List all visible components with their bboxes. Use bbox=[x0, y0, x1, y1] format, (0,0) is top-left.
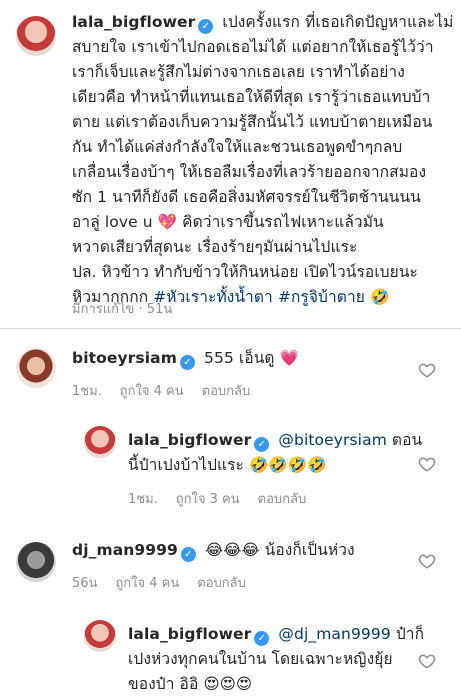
comment-time: 1ชม. bbox=[128, 492, 158, 507]
caption-line: ซัก 1 นาทีก็ยังดี เธอคือสิ่งมหัศจรรย์ในช… bbox=[72, 188, 421, 206]
reply-button[interactable]: ตอบกลับ bbox=[258, 492, 307, 507]
avatar[interactable] bbox=[16, 16, 56, 56]
reply-button[interactable]: ตอบกลับ bbox=[197, 576, 246, 591]
comment: bitoeyrsiam ✓ 555 เอ็นดู 💗 bbox=[72, 346, 299, 371]
heart-icon[interactable] bbox=[418, 552, 436, 570]
heart-icon[interactable] bbox=[418, 652, 436, 670]
heart-icon[interactable] bbox=[418, 455, 436, 473]
username[interactable]: bitoeyrsiam bbox=[72, 349, 177, 367]
username[interactable]: lala_bigflower bbox=[128, 625, 251, 643]
comment-text: ของป๋า อิอิ 😍😍😍 bbox=[128, 675, 253, 693]
comment-text: นี้ป๋าเปงบ้าไปแระ 🤣🤣🤣🤣 bbox=[128, 456, 327, 474]
comment: lala_bigflower ✓ @bitoeyrsiam ตอน นี้ป๋าเ… bbox=[128, 428, 422, 478]
mention-link[interactable]: @bitoeyrsiam bbox=[278, 431, 386, 449]
comment-meta: 1ชม. ถูกใจ 3 คน ตอบกลับ bbox=[128, 488, 324, 509]
username[interactable]: lala_bigflower bbox=[72, 13, 195, 31]
caption-line: ตาย แต่เราต้องเก็บความรู้สึกนั้นไว้ แทบบ… bbox=[72, 113, 433, 131]
username[interactable]: lala_bigflower bbox=[128, 431, 251, 449]
comment-time: 56น bbox=[72, 576, 98, 591]
verified-icon: ✓ bbox=[254, 631, 270, 646]
caption-line: กัน ทำได้แค่ส่งกำลังใจให้และชวนเธอพูดขำๆ… bbox=[72, 138, 403, 156]
comment-text: ตอน bbox=[386, 431, 423, 449]
caption-line: อาลู่ love u 💖 คิดว่าเราขึ้นรถไฟเหาะแล้ว… bbox=[72, 213, 384, 231]
verified-icon: ✓ bbox=[180, 547, 196, 562]
comment-meta: 56น ถูกใจ 4 คน ตอบกลับ bbox=[72, 572, 264, 593]
emoji: 🤣 bbox=[369, 288, 390, 306]
caption-line: สบายใจ เราเข้าไปกอดเธอไม่ได้ แต่อยากให้เ… bbox=[72, 38, 434, 56]
likes-count[interactable]: ถูกใจ 4 คน bbox=[115, 576, 179, 591]
mention-link[interactable]: @dj_man9999 bbox=[278, 625, 390, 643]
divider bbox=[0, 328, 461, 329]
comment: lala_bigflower ✓ @dj_man9999 ป๋าก็ เปงห่ว… bbox=[128, 622, 424, 697]
avatar[interactable] bbox=[16, 348, 56, 388]
comment-text: ป๋าก็ bbox=[390, 625, 425, 643]
caption-line: หวาดเสียวที่สุดนะ เรื่องร้ายๆมันผ่านไปแร… bbox=[72, 238, 358, 256]
caption-line: เดียวคือ ทำหน้าที่แทนเธอให้ดีที่สุด เราร… bbox=[72, 88, 431, 106]
comment-text: 555 เอ็นดู 💗 bbox=[204, 349, 300, 367]
avatar[interactable] bbox=[16, 542, 56, 582]
verified-icon: ✓ bbox=[198, 19, 214, 34]
avatar[interactable] bbox=[84, 426, 116, 458]
likes-count[interactable]: ถูกใจ 4 คน bbox=[120, 384, 184, 399]
comment-meta: 1ชม. ถูกใจ 4 คน ตอบกลับ bbox=[72, 380, 268, 401]
reply-button[interactable]: ตอบกลับ bbox=[202, 384, 251, 399]
heart-icon[interactable] bbox=[418, 361, 436, 379]
verified-icon: ✓ bbox=[179, 355, 195, 370]
post-caption: lala_bigflower ✓ เปงครั้งแรก ที่เธอเกิดปั… bbox=[72, 10, 454, 310]
caption-line: เปงครั้งแรก ที่เธอเกิดปัญหาและไม่ bbox=[222, 13, 454, 31]
username[interactable]: dj_man9999 bbox=[72, 541, 178, 559]
hashtags[interactable]: #หัวเราะทั้งน้ำตา #กรูจิบ้าตาย bbox=[153, 288, 365, 306]
likes-count[interactable]: ถูกใจ 3 คน bbox=[176, 492, 240, 507]
avatar[interactable] bbox=[84, 620, 116, 652]
comment-text: 😂😂😂 น้องก็เป็นห่วง bbox=[204, 541, 355, 559]
caption-line: เราก็เจ็บและรู้สึกไม่ต่างจากเธอเลย เราทำ… bbox=[72, 63, 405, 81]
comment-text: เปงห่วงทุกคนในบ้าน โดยเฉพาะหญิงยุ้ย bbox=[128, 650, 393, 668]
verified-icon: ✓ bbox=[254, 437, 270, 452]
comment: dj_man9999 ✓ 😂😂😂 น้องก็เป็นห่วง bbox=[72, 538, 355, 563]
post-meta: มีการแก้ไข · 51น bbox=[72, 302, 173, 317]
comment-time: 1ชม. bbox=[72, 384, 102, 399]
caption-line: เกลื่อนเรื่องบ้าๆ ให้เธอลืมเรื่องที่เลวร… bbox=[72, 163, 427, 181]
caption-line: ปล. หิวข้าว ทำกับข้าวให้กินหน่อย เปิดไวน… bbox=[72, 263, 418, 281]
